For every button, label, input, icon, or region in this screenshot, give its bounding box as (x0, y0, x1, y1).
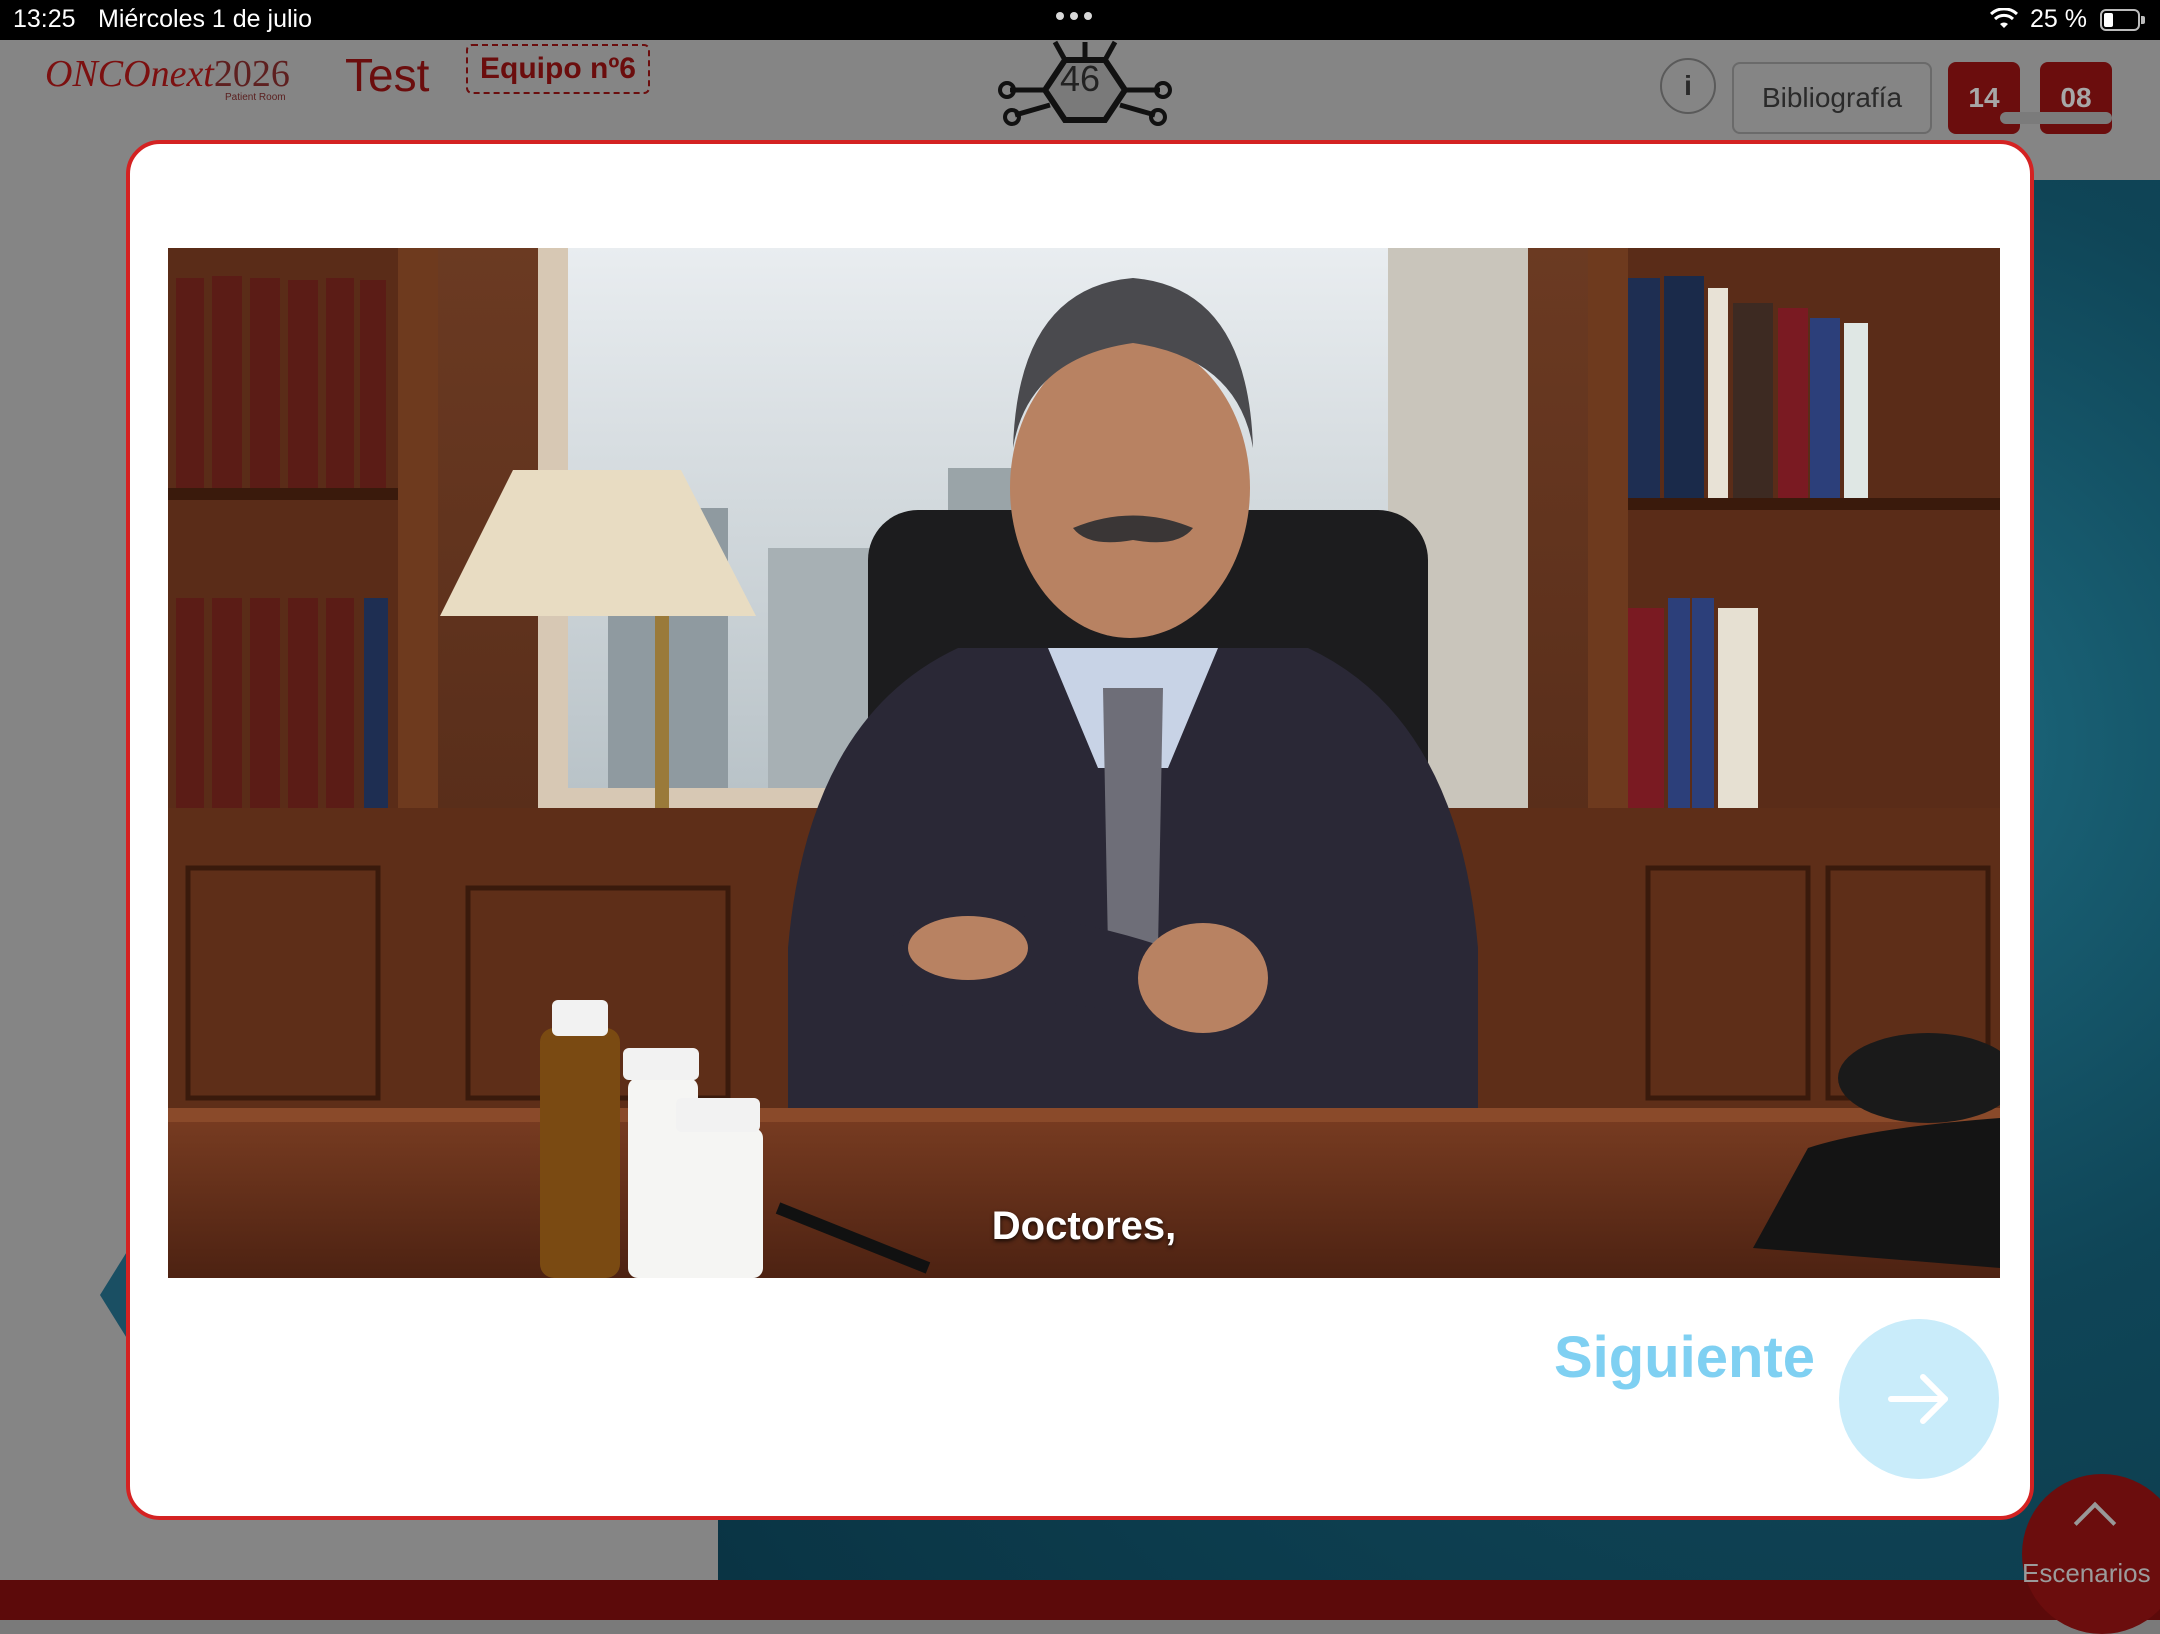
chevron-up-icon (2073, 1501, 2117, 1545)
wifi-icon (1990, 8, 2018, 28)
brand-logo: ONCOnext2026 (45, 52, 290, 96)
arrow-right-icon (1888, 1374, 1948, 1424)
info-icon: i (1684, 70, 1692, 101)
video-modal: Doctores, Siguiente (126, 140, 2034, 1520)
multitasking-dots-icon[interactable] (1056, 12, 1092, 20)
progress-track (2000, 112, 2112, 124)
next-button[interactable] (1839, 1319, 1999, 1479)
bibliography-button[interactable]: Bibliografía (1732, 62, 1932, 134)
status-time: 13:25 (13, 5, 76, 33)
brand-subtitle: Patient Room (225, 92, 286, 103)
scenarios-label: Escenarios (2022, 1558, 2151, 1588)
next-label[interactable]: Siguiente (1554, 1324, 1815, 1391)
brand-name: ONCOnext (45, 53, 214, 95)
bottom-bar (0, 1580, 2160, 1620)
video-player[interactable]: Doctores, (168, 248, 2000, 1278)
section-title: Test (345, 49, 430, 101)
logo-number: 46 (1059, 58, 1101, 99)
chevron-left-icon[interactable] (100, 1250, 128, 1340)
battery-percentage: 25 % (2030, 5, 2087, 33)
status-bar: 13:25 Miércoles 1 de julio 25 % (0, 0, 2160, 40)
team-badge: Equipo nº6 (466, 44, 650, 94)
status-date: Miércoles 1 de julio (98, 5, 312, 33)
battery-icon (2100, 9, 2145, 31)
video-subtitle: Doctores, (991, 1204, 1177, 1248)
info-button[interactable]: i (1660, 58, 1716, 114)
video-frame-illustration (168, 248, 2000, 1278)
brand-year: 2026 (213, 53, 290, 95)
